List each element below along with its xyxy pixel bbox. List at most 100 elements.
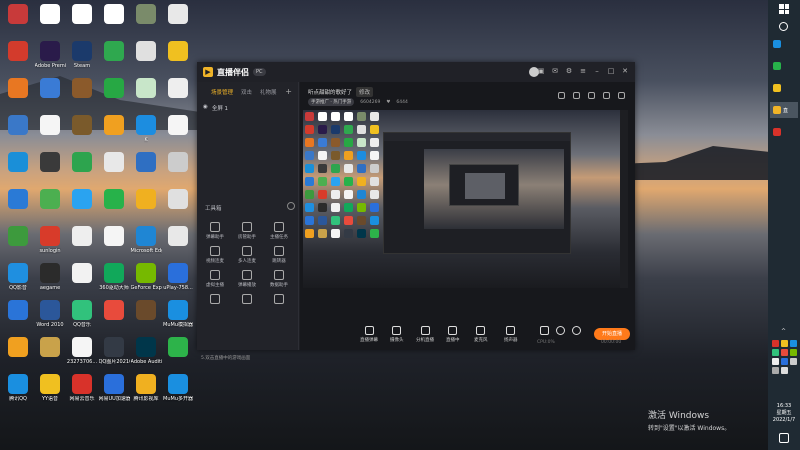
desktop-icon[interactable]: sunlogin: [34, 224, 66, 261]
toolbox-item[interactable]: [231, 294, 263, 318]
desktop-icon[interactable]: [130, 2, 162, 39]
desktop-icon[interactable]: [66, 261, 98, 298]
taskbar-app[interactable]: [770, 80, 798, 96]
toolbox-item[interactable]: 房管助手: [231, 222, 263, 246]
desktop-icon[interactable]: [98, 113, 130, 150]
minimize-icon[interactable]: –: [593, 67, 601, 75]
taskbar-app[interactable]: [770, 124, 798, 140]
tray-app-icon[interactable]: [772, 340, 779, 347]
desktop-icon[interactable]: [66, 2, 98, 39]
desktop-icon[interactable]: [98, 298, 130, 335]
desktop-icon[interactable]: YY语音: [34, 372, 66, 409]
room-category-badge[interactable]: 手游推广 · 热门手游: [308, 98, 355, 106]
scene-item[interactable]: ◉ 全屏 1: [203, 104, 298, 112]
toolbox-item[interactable]: 多人连麦: [231, 246, 263, 270]
desktop-icon[interactable]: QQ图片20210911...: [98, 335, 130, 372]
desktop-icon[interactable]: [2, 2, 34, 39]
volume-icon[interactable]: [772, 367, 779, 374]
toolbox-item[interactable]: 弹幕助手: [199, 222, 231, 246]
desktop-icon[interactable]: MuMu多开器: [162, 372, 194, 409]
tab-double-click[interactable]: 双击: [241, 88, 252, 96]
desktop-icon[interactable]: [162, 150, 194, 187]
desktop-icon[interactable]: [162, 113, 194, 150]
desktop-icon[interactable]: Word 2010: [34, 298, 66, 335]
toolbox-item[interactable]: 视频连麦: [199, 246, 231, 270]
desktop-icon[interactable]: [2, 298, 34, 335]
desktop-icon[interactable]: [34, 150, 66, 187]
bell-icon[interactable]: [603, 92, 610, 99]
taskbar-app[interactable]: [770, 36, 798, 52]
toolbox-item[interactable]: 虚拟主播: [199, 270, 231, 294]
desktop-icon[interactable]: 网易UU加速器: [98, 372, 130, 409]
tab-scene-manage[interactable]: 场景管理: [211, 88, 233, 96]
maximize-icon[interactable]: □: [607, 67, 615, 75]
desktop-icon[interactable]: [162, 76, 194, 113]
desktop-icon[interactable]: K: [130, 113, 162, 150]
desktop-icon[interactable]: GeForce Experience: [130, 261, 162, 298]
settings-icon[interactable]: ⚙: [565, 67, 573, 75]
desktop-icon[interactable]: [162, 224, 194, 261]
video-settings-button[interactable]: [540, 326, 549, 335]
collapse-icon[interactable]: [287, 202, 295, 210]
desktop-icon[interactable]: [34, 2, 66, 39]
desktop-icon[interactable]: [98, 2, 130, 39]
lock-icon[interactable]: [573, 92, 580, 99]
desktop-icon[interactable]: [162, 187, 194, 224]
tray-app-icon[interactable]: [781, 349, 788, 356]
desktop-icon[interactable]: QQ音乐: [66, 298, 98, 335]
desktop-icon[interactable]: [2, 150, 34, 187]
tray-app-icon[interactable]: [772, 349, 779, 356]
tray-app-icon[interactable]: [772, 358, 779, 365]
desktop-icon[interactable]: [98, 224, 130, 261]
desktop-icon[interactable]: [34, 76, 66, 113]
desktop-icon[interactable]: [98, 150, 130, 187]
desktop-icon[interactable]: 23273706...: [66, 335, 98, 372]
record-icon[interactable]: [558, 92, 565, 99]
windows-start-icon[interactable]: [779, 4, 789, 14]
desktop-icon[interactable]: [98, 39, 130, 76]
toolbox-item[interactable]: 数据助手: [263, 270, 295, 294]
tray-app-icon[interactable]: [790, 349, 797, 356]
desktop-icon[interactable]: Microsoft Edge: [130, 224, 162, 261]
toolbox-item[interactable]: [263, 294, 295, 318]
network-icon[interactable]: [790, 358, 797, 365]
tray-app-icon[interactable]: [781, 358, 788, 365]
tray-app-icon[interactable]: [790, 340, 797, 347]
search-icon[interactable]: [779, 22, 788, 31]
stream-preview[interactable]: [303, 110, 628, 288]
desktop-icon[interactable]: 360驱动大师: [98, 261, 130, 298]
desktop-icon[interactable]: [130, 298, 162, 335]
skin-icon[interactable]: ▣: [537, 67, 545, 75]
desktop-icon[interactable]: [66, 113, 98, 150]
taskbar-app[interactable]: [770, 58, 798, 74]
desktop-icon[interactable]: [130, 150, 162, 187]
ime-icon[interactable]: [781, 367, 788, 374]
toolbox-item[interactable]: [199, 294, 231, 318]
desktop-icon[interactable]: [2, 76, 34, 113]
edit-title-button[interactable]: 修改: [356, 87, 374, 97]
desktop-icon[interactable]: 腾讯QQ: [2, 372, 34, 409]
desktop-icon[interactable]: [130, 187, 162, 224]
tab-gifts[interactable]: 礼物展: [260, 88, 277, 96]
desktop-icon[interactable]: [2, 335, 34, 372]
desktop-icon[interactable]: [98, 76, 130, 113]
desktop-icon[interactable]: [2, 224, 34, 261]
tray-expand-icon[interactable]: ^: [781, 328, 786, 335]
desktop-icon[interactable]: [162, 2, 194, 39]
desktop-icon[interactable]: [2, 113, 34, 150]
desktop-icon[interactable]: 腾讯影视库: [130, 372, 162, 409]
taskbar-app[interactable]: 直: [770, 102, 798, 118]
toolbox-item[interactable]: 主播任务: [263, 222, 295, 246]
view-button[interactable]: [556, 326, 565, 335]
desktop-icon[interactable]: [34, 335, 66, 372]
close-icon[interactable]: ✕: [621, 67, 629, 75]
desktop-icon[interactable]: Adobe Audition...: [130, 335, 162, 372]
add-scene-icon[interactable]: +: [285, 87, 292, 96]
tray-app-icon[interactable]: [781, 340, 788, 347]
desktop-icon[interactable]: [162, 335, 194, 372]
eye-icon[interactable]: ◉: [203, 104, 208, 112]
desktop-icon[interactable]: [34, 187, 66, 224]
desktop-icon[interactable]: [162, 39, 194, 76]
share-icon[interactable]: [618, 92, 625, 99]
desktop-icon[interactable]: Steam: [66, 39, 98, 76]
